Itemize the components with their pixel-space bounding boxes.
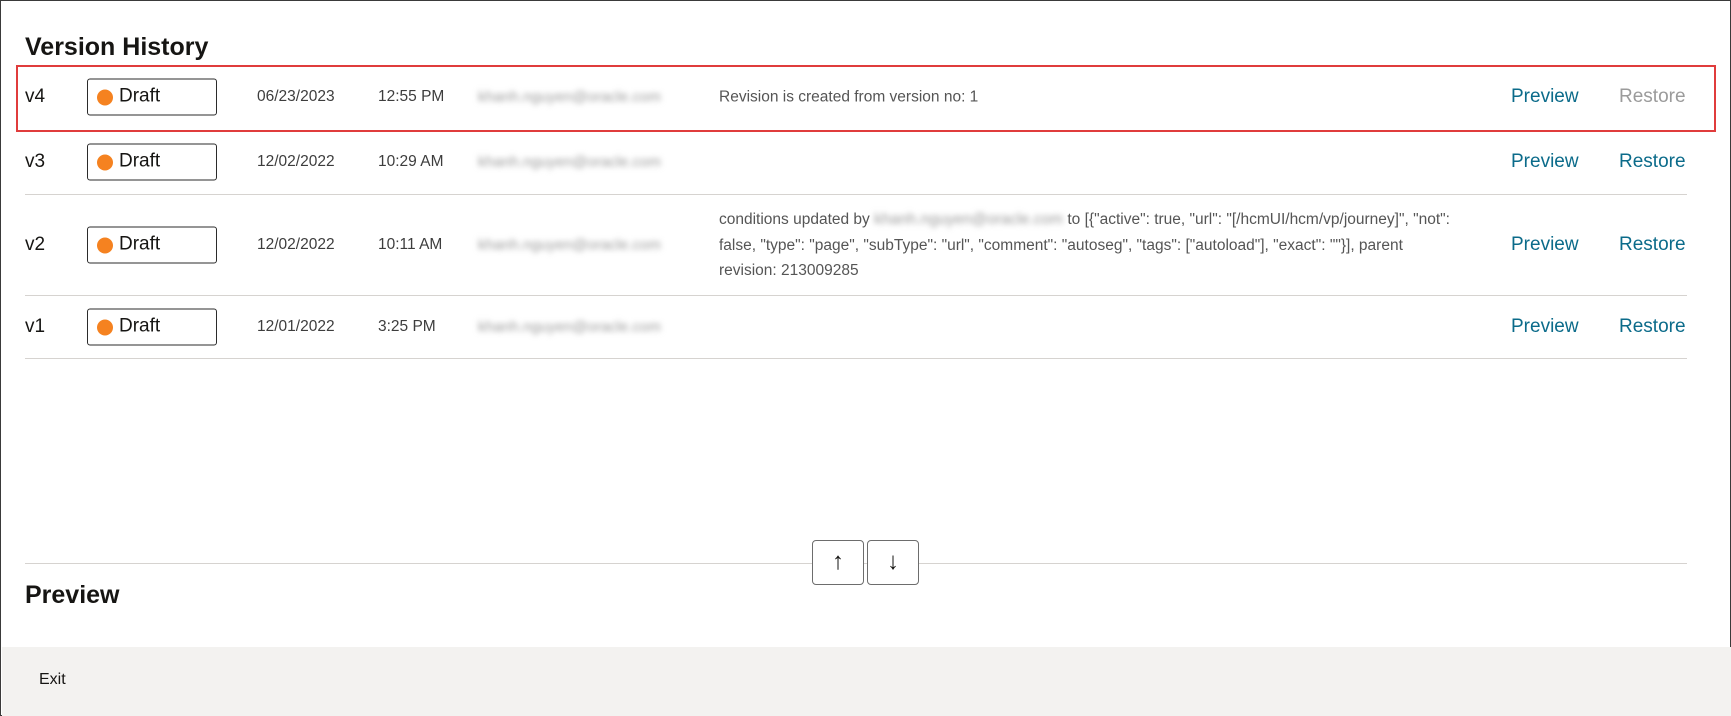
status-badge: Draft (87, 78, 217, 116)
author-email: khanh.nguyen@oracle.com (478, 318, 661, 336)
restore-link[interactable]: Restore (1619, 151, 1686, 173)
version-time: 10:29 AM (378, 152, 444, 170)
status-dot-icon (97, 89, 113, 106)
arrow-down-icon: ↓ (887, 548, 899, 575)
restore-link[interactable]: Restore (1619, 316, 1686, 338)
version-number: v3 (25, 150, 46, 172)
status-badge: Draft (87, 143, 217, 180)
preview-link[interactable]: Preview (1511, 234, 1579, 256)
status-label: Draft (119, 150, 161, 171)
version-description: Revision is created from version no: 1 (719, 88, 979, 106)
description-email: khanh.nguyen@oracle.com (874, 210, 1064, 228)
status-dot-icon (97, 237, 113, 254)
preview-link[interactable]: Preview (1511, 151, 1579, 173)
author-email: khanh.nguyen@oracle.com (478, 236, 661, 254)
footer-bar: Exit (2, 647, 1731, 716)
status-label: Draft (119, 315, 161, 337)
status-label: Draft (119, 233, 161, 255)
version-row-v1: v1 Draft 12/01/2022 3:25 PM khanh.nguyen… (25, 296, 1687, 359)
page-title: Version History (25, 33, 209, 61)
version-row-v4: v4 Draft 06/23/2023 12:55 PM khanh.nguye… (25, 65, 1687, 129)
status-label: Draft (119, 85, 161, 107)
restore-link[interactable]: Restore (1619, 234, 1686, 256)
version-number: v4 (25, 86, 46, 107)
version-time: 3:25 PM (378, 318, 436, 335)
author-email: khanh.nguyen@oracle.com (478, 153, 661, 170)
version-row-v3: v3 Draft 12/02/2022 10:29 AM khanh.nguye… (25, 129, 1687, 195)
version-row-v2: v2 Draft 12/02/2022 10:11 AM khanh.nguye… (25, 195, 1687, 296)
exit-button[interactable]: Exit (39, 671, 66, 689)
status-badge: Draft (87, 308, 217, 346)
version-description: conditions updated by khanh.nguyen@oracl… (719, 207, 1459, 284)
status-dot-icon (97, 154, 113, 170)
description-prefix: conditions updated by (719, 210, 870, 228)
version-history-panel: Version History v4 Draft 06/23/2023 12:5… (0, 0, 1731, 716)
version-date: 06/23/2023 (257, 88, 335, 105)
status-dot-icon (97, 319, 113, 336)
version-number: v2 (25, 234, 46, 255)
version-date: 12/02/2022 (257, 236, 335, 253)
author-email: khanh.nguyen@oracle.com (478, 88, 661, 106)
preview-section-title: Preview (25, 581, 120, 609)
version-time: 10:11 AM (378, 236, 443, 253)
arrow-up-icon: ↑ (832, 548, 844, 575)
preview-link[interactable]: Preview (1511, 316, 1579, 338)
restore-link: Restore (1619, 86, 1686, 107)
status-badge: Draft (87, 226, 217, 264)
version-number: v1 (25, 316, 46, 337)
version-list: v4 Draft 06/23/2023 12:55 PM khanh.nguye… (25, 65, 1687, 359)
preview-link[interactable]: Preview (1511, 86, 1579, 108)
version-time: 12:55 PM (378, 88, 445, 105)
version-date: 12/01/2022 (257, 318, 335, 335)
move-up-button[interactable]: ↑ (812, 540, 864, 585)
move-down-button[interactable]: ↓ (867, 540, 919, 585)
version-date: 12/02/2022 (257, 152, 335, 170)
